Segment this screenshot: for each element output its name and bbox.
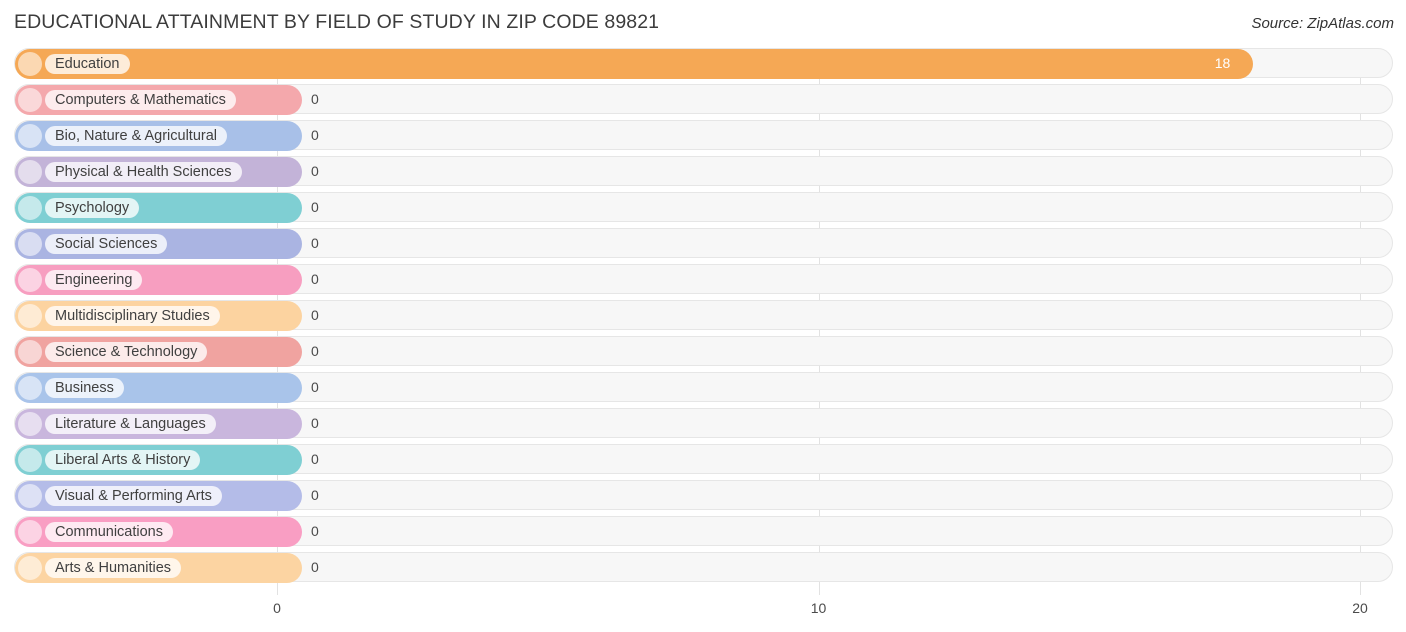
chart-row: Multidisciplinary Studies 0 bbox=[14, 300, 1393, 331]
chart-row: Communications 0 bbox=[14, 516, 1393, 547]
category-label: Multidisciplinary Studies bbox=[45, 306, 220, 326]
category-label: Communications bbox=[45, 522, 173, 542]
value-label: 0 bbox=[311, 271, 319, 287]
value-label: 0 bbox=[311, 415, 319, 431]
category-label: Bio, Nature & Agricultural bbox=[45, 126, 227, 146]
chart-row: Bio, Nature & Agricultural 0 bbox=[14, 120, 1393, 151]
bar-cap bbox=[18, 124, 42, 148]
category-label: Visual & Performing Arts bbox=[45, 486, 222, 506]
bar-cap bbox=[18, 268, 42, 292]
category-label: Liberal Arts & History bbox=[45, 450, 201, 470]
value-label: 0 bbox=[311, 343, 319, 359]
value-label: 18 bbox=[1214, 55, 1231, 71]
category-label: Business bbox=[45, 378, 124, 398]
chart-row: Physical & Health Sciences 0 bbox=[14, 156, 1393, 187]
bar-cap bbox=[18, 376, 42, 400]
bar-cap bbox=[18, 412, 42, 436]
source-label: Source: ZipAtlas.com bbox=[1251, 15, 1394, 32]
bar-cap bbox=[18, 340, 42, 364]
value-label: 0 bbox=[311, 523, 319, 539]
page-title: EDUCATIONAL ATTAINMENT BY FIELD OF STUDY… bbox=[14, 11, 660, 33]
chart-page: EDUCATIONAL ATTAINMENT BY FIELD OF STUDY… bbox=[0, 0, 1406, 632]
bar-cap bbox=[18, 196, 42, 220]
category-label: Education bbox=[45, 54, 130, 74]
chart-row: Engineering 0 bbox=[14, 264, 1393, 295]
bar-cap bbox=[18, 232, 42, 256]
value-label: 0 bbox=[311, 451, 319, 467]
value-label: 0 bbox=[311, 307, 319, 323]
category-label: Physical & Health Sciences bbox=[45, 162, 242, 182]
x-tick-label: 0 bbox=[273, 600, 281, 616]
bar-cap bbox=[18, 52, 42, 76]
bar-cap bbox=[18, 556, 42, 580]
chart-row: Business 0 bbox=[14, 372, 1393, 403]
chart-row: Literature & Languages 0 bbox=[14, 408, 1393, 439]
chart-row: Visual & Performing Arts 0 bbox=[14, 480, 1393, 511]
chart-row: Science & Technology 0 bbox=[14, 336, 1393, 367]
bar-cap bbox=[18, 160, 42, 184]
chart-row: Arts & Humanities 0 bbox=[14, 552, 1393, 583]
category-label: Arts & Humanities bbox=[45, 558, 182, 578]
category-label: Psychology bbox=[45, 198, 140, 218]
bar-cap bbox=[18, 448, 42, 472]
chart-row: Social Sciences 0 bbox=[14, 228, 1393, 259]
value-label: 0 bbox=[311, 91, 319, 107]
value-label: 0 bbox=[311, 379, 319, 395]
value-label: 0 bbox=[311, 163, 319, 179]
value-label: 0 bbox=[311, 235, 319, 251]
category-label: Literature & Languages bbox=[45, 414, 216, 434]
value-label: 0 bbox=[311, 127, 319, 143]
category-label: Science & Technology bbox=[45, 342, 208, 362]
value-label: 0 bbox=[311, 487, 319, 503]
category-label: Social Sciences bbox=[45, 234, 168, 254]
bar-cap bbox=[18, 520, 42, 544]
bar-cap bbox=[18, 304, 42, 328]
x-axis: 0 10 20 bbox=[14, 596, 1393, 626]
chart-plot-area: Education 18 Computers & Mathematics 0 Bio, … bbox=[14, 48, 1393, 595]
chart-row: Liberal Arts & History 0 bbox=[14, 444, 1393, 475]
value-label: 0 bbox=[311, 199, 319, 215]
x-tick-label: 20 bbox=[1352, 600, 1368, 616]
value-label: 0 bbox=[311, 559, 319, 575]
chart-row: Education 18 bbox=[14, 48, 1393, 79]
chart-row: Psychology 0 bbox=[14, 192, 1393, 223]
category-label: Engineering bbox=[45, 270, 143, 290]
bar-cap bbox=[18, 88, 42, 112]
category-label: Computers & Mathematics bbox=[45, 90, 236, 110]
x-tick-label: 10 bbox=[810, 600, 827, 616]
bar-cap bbox=[18, 484, 42, 508]
chart-row: Computers & Mathematics 0 bbox=[14, 84, 1393, 115]
bar[interactable] bbox=[15, 49, 1253, 79]
